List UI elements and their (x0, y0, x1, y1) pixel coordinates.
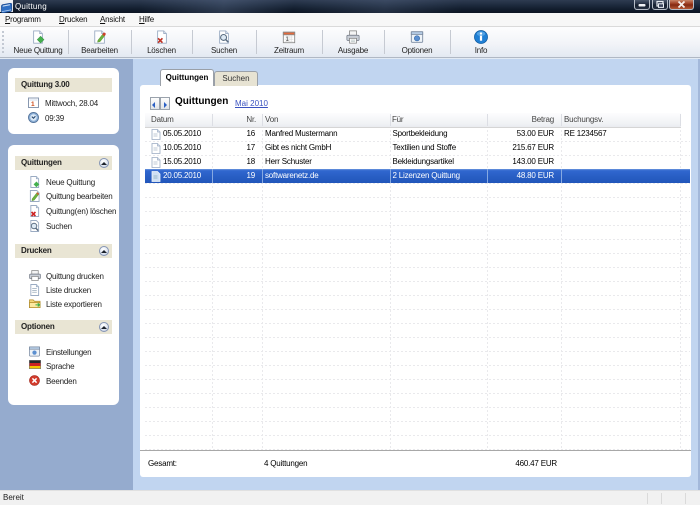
svg-text:1: 1 (286, 36, 290, 43)
svg-text:1: 1 (31, 101, 35, 108)
